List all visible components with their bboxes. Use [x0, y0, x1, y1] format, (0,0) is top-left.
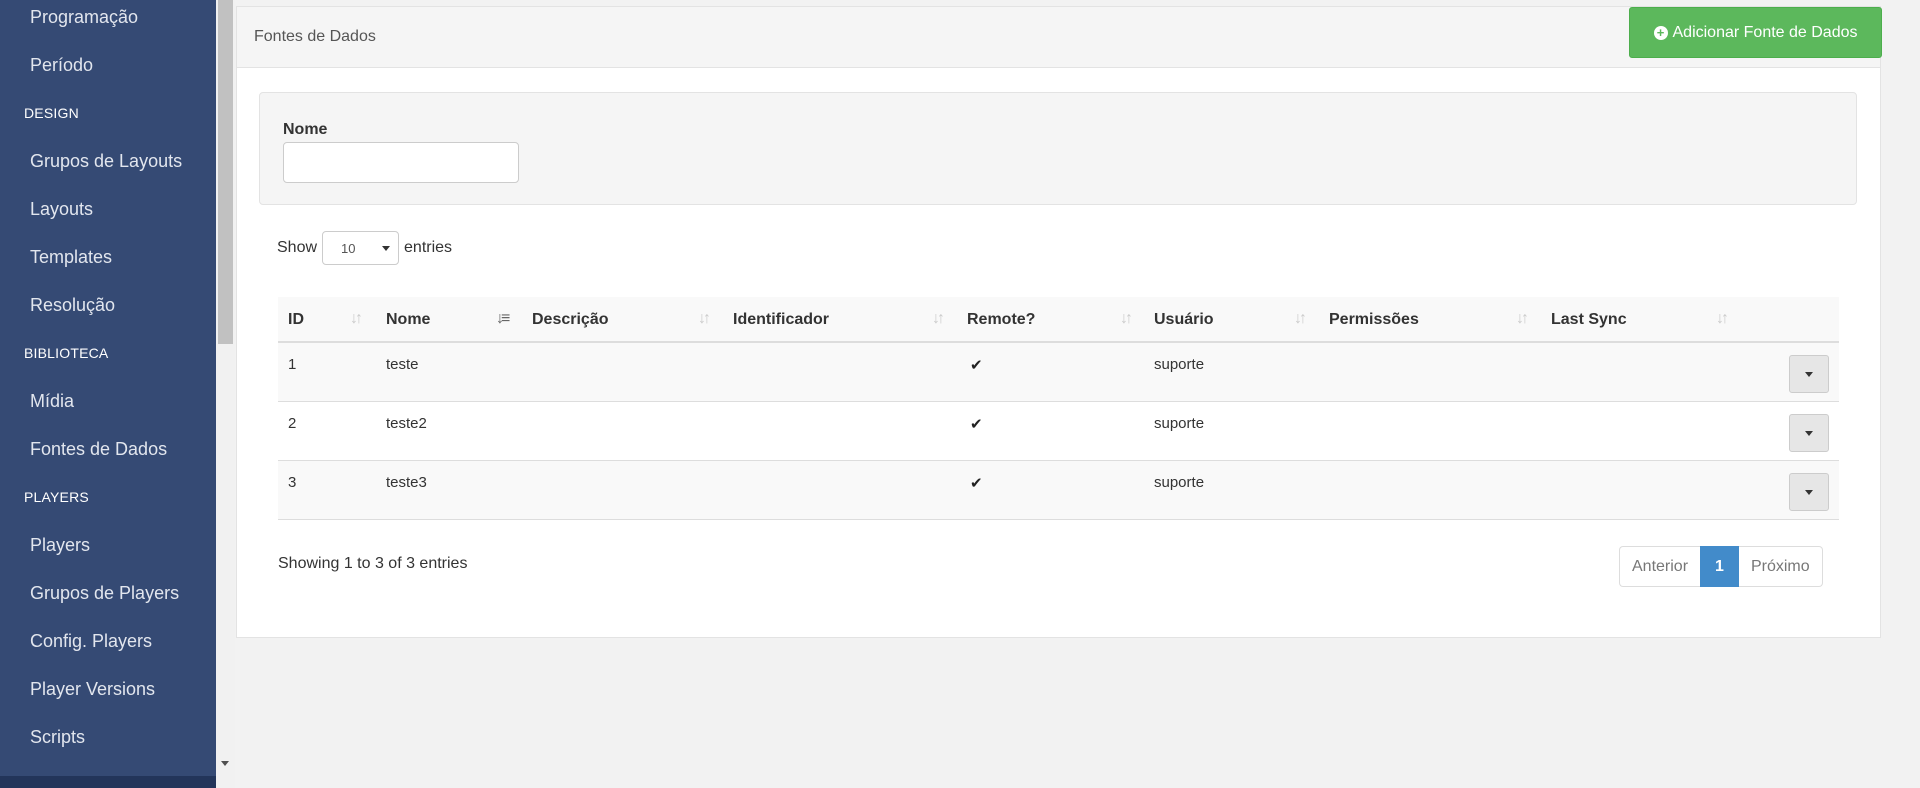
column-header-permissoes[interactable]: Permissões: [1329, 297, 1419, 341]
cell-usuario: suporte: [1154, 415, 1205, 432]
column-header-usuario[interactable]: Usuário: [1154, 297, 1214, 341]
pagination-page-1[interactable]: 1: [1700, 546, 1739, 587]
pagination: Anterior 1 Próximo: [1619, 546, 1823, 587]
column-header-id[interactable]: ID: [288, 297, 304, 341]
sort-icon[interactable]: ↓↑: [1516, 310, 1529, 328]
sort-icon[interactable]: ↓↑: [1716, 310, 1729, 328]
row-actions-button[interactable]: [1789, 355, 1829, 393]
table-row: 2 teste2 ✔ suporte: [278, 402, 1839, 461]
table-info: Showing 1 to 3 of 3 entries: [278, 555, 468, 572]
row-actions-button[interactable]: [1789, 473, 1829, 511]
sidebar-item-player-versions[interactable]: Player Versions: [30, 679, 155, 700]
length-control: Show 10 entries: [277, 231, 452, 265]
scrollbar-thumb[interactable]: [218, 0, 233, 344]
caret-down-icon: [1805, 490, 1813, 495]
column-header-descricao[interactable]: Descrição: [532, 297, 609, 341]
caret-down-icon: [1805, 431, 1813, 436]
sidebar-heading-design: DESIGN: [24, 105, 79, 121]
column-header-identificador[interactable]: Identificador: [733, 297, 829, 341]
data-sources-table: ID ↓↑ Nome ↓≡ Descrição ↓↑ Identificador…: [278, 297, 1839, 520]
sidebar-item-layouts[interactable]: Layouts: [30, 199, 93, 220]
sidebar-heading-biblioteca: BIBLIOTECA: [24, 345, 109, 361]
cell-id: 2: [288, 415, 297, 432]
page-title: Fontes de Dados: [254, 28, 376, 45]
filter-panel: Nome: [259, 92, 1857, 205]
cell-usuario: suporte: [1154, 356, 1205, 373]
sidebar-item-players[interactable]: Players: [30, 535, 90, 556]
add-data-source-label: Adicionar Fonte de Dados: [1672, 23, 1858, 41]
sidebar-item-scripts[interactable]: Scripts: [30, 727, 85, 748]
sidebar-item-templates[interactable]: Templates: [30, 247, 112, 268]
pagination-next[interactable]: Próximo: [1738, 546, 1823, 587]
cell-id: 1: [288, 356, 297, 373]
sidebar-scrollbar[interactable]: [216, 0, 235, 788]
cell-nome: teste2: [386, 415, 427, 432]
sidebar-footer: [0, 776, 216, 788]
entries-per-page-value: 10: [341, 241, 356, 256]
name-filter-input[interactable]: [283, 142, 519, 183]
sidebar-item-periodo[interactable]: Período: [30, 55, 93, 76]
pagination-previous[interactable]: Anterior: [1619, 546, 1701, 587]
sort-icon[interactable]: ↓↑: [932, 310, 945, 328]
main-panel: Fontes de Dados + Adicionar Fonte de Dad…: [236, 6, 1882, 638]
sidebar-item-midia[interactable]: Mídia: [30, 391, 74, 412]
sidebar-item-programacao[interactable]: Programação: [30, 7, 138, 28]
add-data-source-button[interactable]: + Adicionar Fonte de Dados: [1629, 7, 1882, 58]
sidebar-item-grupos-de-layouts[interactable]: Grupos de Layouts: [30, 151, 182, 172]
sidebar: Programação Período DESIGN Grupos de Lay…: [0, 0, 216, 788]
table-header-row: ID ↓↑ Nome ↓≡ Descrição ↓↑ Identificador…: [278, 297, 1839, 343]
show-label: Show: [277, 239, 318, 256]
cell-id: 3: [288, 474, 297, 491]
check-icon: ✔: [970, 416, 983, 433]
row-actions-button[interactable]: [1789, 414, 1829, 452]
column-header-last-sync[interactable]: Last Sync: [1551, 297, 1627, 341]
caret-down-icon: [382, 246, 391, 251]
sort-icon[interactable]: ↓↑: [350, 310, 363, 328]
cell-usuario: suporte: [1154, 474, 1205, 491]
name-filter-label: Nome: [283, 121, 328, 138]
sidebar-heading-players: PLAYERS: [24, 489, 89, 505]
sort-ascending-icon[interactable]: ↓≡: [496, 310, 510, 328]
sidebar-item-fontes-de-dados[interactable]: Fontes de Dados: [30, 439, 167, 460]
sort-icon[interactable]: ↓↑: [1294, 310, 1307, 328]
sidebar-item-config-players[interactable]: Config. Players: [30, 631, 152, 652]
cell-nome: teste3: [386, 474, 427, 491]
cell-nome: teste: [386, 356, 419, 373]
check-icon: ✔: [970, 475, 983, 492]
plus-circle-icon: +: [1653, 25, 1668, 40]
caret-down-icon: [1805, 372, 1813, 377]
scroll-down-arrow-icon[interactable]: [221, 761, 229, 766]
entries-label: entries: [404, 239, 453, 256]
table-row: 1 teste ✔ suporte: [278, 343, 1839, 402]
table-row: 3 teste3 ✔ suporte: [278, 461, 1839, 520]
sidebar-item-resolucao[interactable]: Resolução: [30, 295, 115, 316]
column-header-remote[interactable]: Remote?: [967, 297, 1035, 341]
sort-icon[interactable]: ↓↑: [698, 310, 711, 328]
check-icon: ✔: [970, 357, 983, 374]
entries-per-page-select[interactable]: 10: [322, 231, 400, 265]
sidebar-item-grupos-de-players[interactable]: Grupos de Players: [30, 583, 179, 604]
sort-icon[interactable]: ↓↑: [1120, 310, 1133, 328]
column-header-nome[interactable]: Nome: [386, 297, 430, 341]
